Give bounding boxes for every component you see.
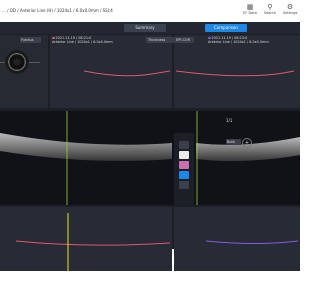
scan-b-protocol: Anterior Line / 1024x1 / 6.0x0.0mm [208, 40, 269, 44]
tool-button-4[interactable] [179, 171, 189, 179]
thickness-line-b [175, 70, 295, 77]
oct-scan-svg [0, 111, 300, 205]
thickness-plot-bottom-b [205, 213, 299, 271]
bottom-panel-a [0, 207, 172, 271]
search-button[interactable]: ⚲ Search [263, 3, 277, 15]
header-icons: ▦ EF Data ⚲ Search ⚙ Settings [243, 3, 297, 15]
thickness-plot-b [175, 49, 295, 107]
thickness-plot-bottom-a [15, 213, 171, 271]
top-header: ... / OD / Anterior Line (H) / 1024x1 / … [0, 0, 300, 22]
layer-select[interactable]: EPI-CUR [174, 37, 194, 43]
fundus-panel: Fundus [0, 35, 48, 108]
tool-button-1[interactable] [179, 141, 189, 149]
oct-scan-view[interactable] [0, 111, 300, 205]
bottom-panel-b [174, 207, 300, 271]
report-button[interactable]: ▦ EF Data [243, 3, 257, 15]
tab-bar: Summary Comparison [0, 22, 300, 34]
tool-button-5[interactable] [179, 181, 189, 189]
eye-image [5, 50, 29, 74]
tool-button-2[interactable] [179, 151, 189, 159]
zoom-in-icon[interactable]: + [242, 138, 252, 148]
tool-button-3[interactable] [179, 161, 189, 169]
thickness-line-bottom-b [205, 240, 299, 245]
tab-summary[interactable]: Summary [124, 24, 166, 32]
fundus-mode-select[interactable]: Fundus [20, 37, 41, 43]
search-icon: ⚲ [267, 3, 273, 11]
thickness-plot-a [83, 49, 171, 107]
page-indicator: 1/1 [226, 118, 233, 123]
scan-a-color-dot [52, 36, 55, 39]
thickness-plot-a-svg [83, 70, 171, 77]
scan-a-header: 2021.11.19 / 08:21:0 Anterior Line / 102… [52, 36, 113, 44]
thickness-plot-b-svg [175, 70, 295, 77]
tab-comparison[interactable]: Comparison [205, 24, 247, 32]
scan-b-color-dot [208, 36, 211, 39]
thickness-line-bottom-a [15, 240, 171, 246]
report-icon: ▦ [246, 3, 254, 11]
breadcrumb: ... / OD / Anterior Line (H) / 1024x1 / … [2, 8, 113, 13]
scan-a-panel: 2021.11.19 / 08:21:0 Anterior Line / 102… [50, 35, 178, 108]
thickness-plot-bottom-a-svg [15, 213, 171, 271]
scan-toolbar [174, 133, 194, 205]
scan-b-panel: EPI-CUR 2021.11.19 / 08:23:0 Anterior Li… [174, 35, 300, 108]
thickness-plot-bottom-b-svg [205, 240, 299, 245]
settings-icon: ⚙ [286, 3, 294, 11]
settings-button[interactable]: ⚙ Settings [283, 3, 297, 15]
scan-a-protocol: Anterior Line / 1024x1 / 6.0x0.0mm [52, 40, 113, 44]
viewer-app: Summary Comparison Fundus 2021.11.19 / 0… [0, 22, 300, 271]
scan-b-header: 2021.11.19 / 08:23:0 Anterior Line / 102… [208, 36, 269, 44]
thickness-line-a [83, 70, 171, 77]
cornea-layer-a [0, 133, 172, 161]
zoom-select[interactable]: Both [226, 139, 241, 145]
